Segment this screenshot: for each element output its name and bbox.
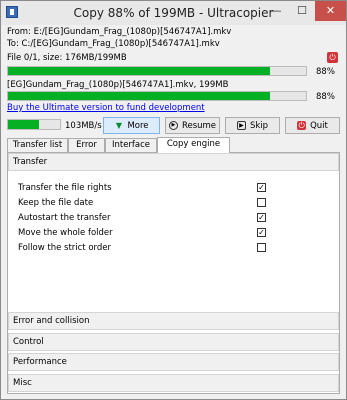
chevron-down-icon: ▼: [115, 121, 123, 130]
power-icon: ⏻: [297, 121, 307, 130]
option-label: Autostart the transfer: [18, 213, 111, 223]
option-label: Transfer the file rights: [18, 183, 112, 193]
resume-button[interactable]: ▶ Resume: [165, 117, 220, 134]
file-progress-label: 88%: [316, 92, 335, 102]
option-label: Keep the file date: [18, 198, 94, 208]
minimize-button[interactable]: —: [263, 1, 289, 21]
file-count-size: File 0/1, size: 176MB/199MB: [7, 53, 127, 63]
section-control[interactable]: Control: [8, 333, 339, 351]
follow-strict-order-checkbox[interactable]: [257, 243, 266, 252]
tab-interface[interactable]: Interface: [105, 138, 157, 152]
overall-progress-fill: [8, 67, 271, 75]
tab-copy-engine[interactable]: Copy engine: [157, 137, 230, 153]
overall-progress-label: 88%: [316, 67, 335, 77]
tab-transfer-list[interactable]: Transfer list: [7, 138, 68, 152]
resume-label: Resume: [181, 120, 217, 131]
skip-icon: ▶: [236, 121, 246, 130]
tab-error[interactable]: Error: [68, 138, 105, 152]
quit-button[interactable]: ⏻ Quit: [285, 117, 340, 134]
source-path: From: E:/[EG]Gundam_Frag_(1080p)[546747A…: [7, 27, 232, 37]
move-whole-folder-checkbox[interactable]: ✓: [257, 228, 266, 237]
section-error-collision[interactable]: Error and collision: [8, 312, 339, 330]
play-icon: ▶: [168, 121, 178, 130]
close-button[interactable]: ✕: [315, 1, 346, 21]
option-label: Follow the strict order: [18, 243, 112, 253]
stop-icon[interactable]: ⏻: [327, 52, 338, 63]
transfer-file-rights-checkbox[interactable]: ✓: [257, 183, 266, 192]
buy-ultimate-link[interactable]: Buy the Ultimate version to fund develop…: [7, 103, 205, 113]
option-label: Move the whole folder: [18, 228, 113, 238]
speed-slider[interactable]: [7, 119, 61, 130]
more-button[interactable]: ▼ More: [103, 117, 160, 134]
quit-label: Quit: [310, 120, 328, 131]
skip-button[interactable]: ▶ Skip: [225, 117, 280, 134]
section-transfer[interactable]: Transfer: [8, 153, 339, 171]
section-performance[interactable]: Performance: [8, 353, 339, 371]
keep-file-date-checkbox[interactable]: [257, 198, 266, 207]
maximize-button[interactable]: ☐: [289, 1, 315, 21]
title-bar: Copy 88% of 199MB - Ultracopier — ☐ ✕: [1, 1, 346, 25]
skip-label: Skip: [249, 120, 269, 131]
more-label: More: [127, 120, 149, 131]
overall-progress-bar: [7, 66, 307, 76]
autostart-transfer-checkbox[interactable]: ✓: [257, 213, 266, 222]
current-file: [EG]Gundam_Frag_(1080p)[546747A1].mkv, 1…: [7, 80, 229, 90]
copy-engine-panel: Transfer Transfer the file rights ✓ Keep…: [7, 152, 340, 394]
speed-slider-fill: [8, 120, 40, 129]
section-misc[interactable]: Misc: [8, 374, 339, 392]
file-progress-bar: [7, 91, 307, 101]
app-window: Copy 88% of 199MB - Ultracopier — ☐ ✕ Fr…: [0, 0, 347, 400]
destination-path: To: C:/[EG]Gundam_Frag_(1080p)[546747A1]…: [7, 39, 220, 49]
speed-label: 103MB/s: [65, 121, 102, 131]
file-progress-fill: [8, 92, 271, 100]
